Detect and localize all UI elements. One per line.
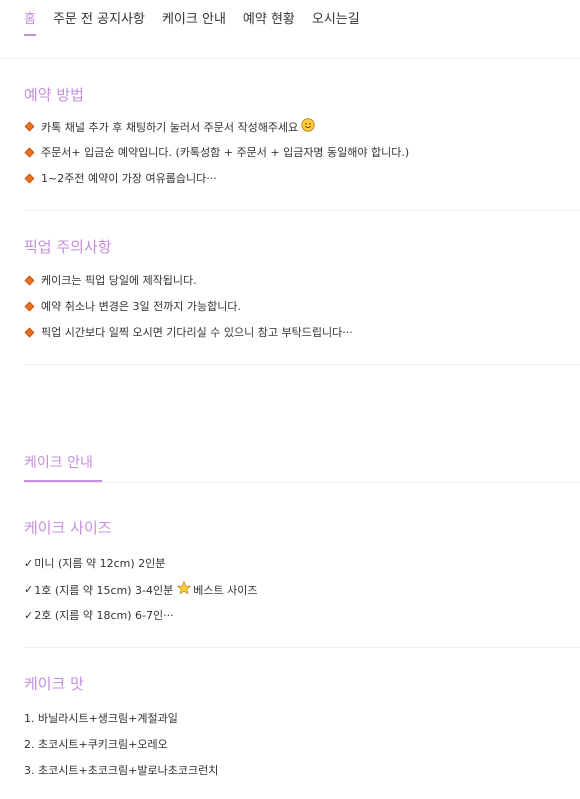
section-divider (24, 482, 580, 483)
reservation-line-text: 카톡 채널 추가 후 채팅하기 눌러서 주문서 작성해주세요 (41, 120, 299, 134)
pickup-line-1: 케이크는 픽업 당일에 제작됩니다. (24, 272, 197, 288)
flavor-line-2: 2. 초코시트+쿠키크림+오레오 (24, 738, 168, 751)
pickup-line-3: 픽업 시간보다 일찍 오시면 기다리실 수 있으니 참고 부탁드립니다··· (24, 324, 353, 340)
reservation-line-text: 1~2주전 예약이 가장 여유롭습니다··· (41, 172, 217, 185)
reservation-line-text: 주문서+ 입금순 예약입니다. (카톡성함 + 주문서 + 입금자명 동일해야 … (41, 146, 410, 159)
nav-item-directions[interactable]: 오시는길 (312, 10, 360, 30)
flavor-line-3: 3. 초코시트+초코크림+발로나초코크런치 (24, 764, 219, 777)
pickup-line-text: 케이크는 픽업 당일에 제작됩니다. (41, 274, 197, 287)
size-line-text: 2호 (지름 약 18cm) 6-7인··· (34, 609, 174, 622)
smiley-icon (301, 118, 315, 135)
section-divider (24, 210, 580, 211)
diamond-bullet-icon (24, 121, 35, 132)
reservation-line-2: 주문서+ 입금순 예약입니다. (카톡성함 + 주문서 + 입금자명 동일해야 … (24, 144, 409, 160)
diamond-bullet-icon (24, 327, 35, 337)
pickup-line-text: 예약 취소나 변경은 3일 전까지 가능합니다. (41, 300, 242, 313)
reservation-title: 예약 방법 (24, 86, 84, 104)
flavors-title: 케이크 맛 (24, 675, 84, 693)
pickup-line-text: 픽업 시간보다 일찍 오시면 기다리실 수 있으니 참고 부탁드립니다··· (41, 326, 353, 339)
nav-item-notice[interactable]: 주문 전 공지사항 (53, 10, 145, 30)
nav-item-reservation-status[interactable]: 예약 현황 (243, 10, 295, 30)
check-icon: ✓ (24, 556, 34, 570)
top-nav: 홈 주문 전 공지사항 케이크 안내 예약 현황 오시는길 (0, 0, 580, 59)
star-icon (176, 580, 192, 598)
diamond-bullet-icon (24, 147, 35, 157)
sizes-title: 케이크 사이즈 (24, 519, 112, 537)
diamond-bullet-icon (24, 275, 35, 285)
flavor-line-1: 1. 바닐라시트+생크림+계절과일 (24, 712, 178, 725)
size-line-text: 1호 (지름 약 15cm) 3-4인분 (34, 583, 174, 597)
best-size-label: 베스트 사이즈 (193, 583, 258, 597)
section-divider (24, 647, 580, 648)
pickup-title: 픽업 주의사항 (24, 238, 112, 256)
diamond-bullet-icon (24, 173, 35, 183)
check-icon: ✓ (24, 583, 34, 596)
nav-list: 홈 주문 전 공지사항 케이크 안내 예약 현황 오시는길 (24, 10, 377, 36)
size-line-text: 미니 (지름 약 12cm) 2인분 (34, 557, 166, 570)
size-line-3: ✓ 2호 (지름 약 18cm) 6-7인··· (24, 607, 174, 623)
check-icon: ✓ (24, 608, 34, 622)
nav-item-home[interactable]: 홈 (24, 10, 36, 36)
cake-guide-tab-title: 케이크 안내 (24, 455, 93, 471)
diamond-bullet-icon (24, 301, 35, 311)
nav-item-cake-guide[interactable]: 케이크 안내 (162, 10, 226, 30)
section-divider (24, 364, 580, 365)
reservation-line-1: 카톡 채널 추가 후 채팅하기 눌러서 주문서 작성해주세요 (24, 118, 315, 135)
size-line-1: ✓ 미니 (지름 약 12cm) 2인분 (24, 555, 165, 571)
size-line-2: ✓ 1호 (지름 약 15cm) 3-4인분 베스트 사이즈 (24, 580, 258, 598)
pickup-line-2: 예약 취소나 변경은 3일 전까지 가능합니다. (24, 298, 241, 314)
reservation-line-3: 1~2주전 예약이 가장 여유롭습니다··· (24, 170, 217, 186)
